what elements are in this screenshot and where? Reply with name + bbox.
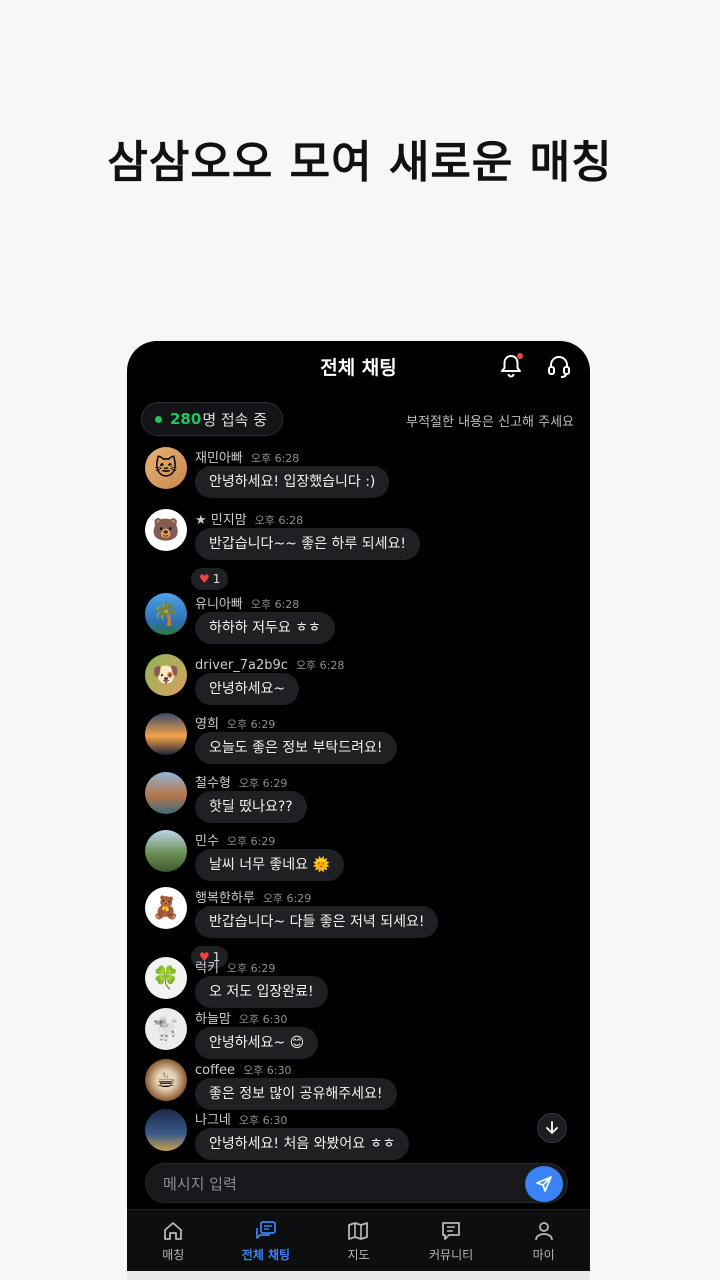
tab-label: 지도 [347, 1248, 370, 1262]
night-city-avatar[interactable] [145, 1109, 187, 1151]
sender-name[interactable]: driver_7a2b9c [195, 658, 288, 673]
home-icon [164, 1222, 183, 1240]
send-button[interactable] [525, 1166, 563, 1202]
tab-label: 마이 [532, 1248, 555, 1262]
message-bubble[interactable]: 안녕하세요~ [195, 673, 300, 705]
tab-label: 커뮤니티 [428, 1248, 474, 1262]
report-notice[interactable]: 부적절한 내용은 신고해 주세요 [406, 411, 574, 430]
tab-label: 매칭 [162, 1248, 185, 1262]
sender-name[interactable]: 영희 [195, 717, 219, 732]
bell-icon[interactable] [499, 353, 523, 379]
message-input-placeholder: 메시지 입력 [163, 1175, 237, 1193]
message-bubble[interactable]: 안녕하세요! 입장했습니다 :) [195, 466, 390, 498]
tab-map[interactable]: 지도 [312, 1210, 405, 1271]
message-bubble[interactable]: 핫딜 떴나요?? [195, 791, 307, 823]
message-bubble[interactable]: 오늘도 좋은 정보 부탁드려요! [195, 732, 397, 764]
sender-name[interactable]: 유니아빠 [195, 597, 243, 612]
heart-icon: ♥ [199, 572, 210, 586]
message-time: 오후 6:29 [238, 777, 288, 790]
reaction-badge[interactable]: ♥ 1 [191, 568, 229, 590]
blue-bear-avatar[interactable]: 🧸 [145, 887, 187, 929]
cat-avatar[interactable]: 🐱 [145, 447, 187, 489]
online-count-badge: 280 명 접속 중 [141, 402, 284, 436]
tab-community[interactable]: 커뮤니티 [405, 1210, 498, 1271]
sender-name[interactable]: 나그네 [195, 1113, 231, 1128]
pink-bear-avatar[interactable]: 🐻 [145, 509, 187, 551]
tab-my[interactable]: 마이 [497, 1210, 590, 1271]
message-time: 오후 6:29 [226, 835, 276, 848]
message-time: 오후 6:28 [250, 452, 300, 465]
home-indicator-area [127, 1271, 590, 1280]
online-suffix: 명 접속 중 [202, 410, 268, 429]
canal-avatar[interactable] [145, 772, 187, 814]
message-time: 오후 6:28 [254, 514, 304, 527]
map-icon [348, 1222, 369, 1240]
message-bubble[interactable]: 반갑습니다~~ 좋은 하루 되세요! [195, 528, 420, 560]
page-headline: 삼삼오오 모여 새로운 매칭 [107, 137, 613, 188]
mountain-avatar[interactable] [145, 830, 187, 872]
message-bubble[interactable]: 날씨 너무 좋네요 🌞 [195, 849, 344, 881]
message-time: 오후 6:29 [226, 718, 276, 731]
palm-tree-avatar[interactable]: 🌴 [145, 593, 187, 635]
clover-avatar[interactable]: 🍀 [145, 957, 187, 999]
community-icon [442, 1222, 460, 1240]
phone-screen: 전체 채팅 280 명 접속 중 부적절한 내용은 신고해 주세요 🐱 재민아빠… [127, 341, 590, 1280]
white-dog-avatar[interactable]: 🐩 [145, 1008, 187, 1050]
sunset-avatar[interactable] [145, 713, 187, 755]
message-time: 오후 6:29 [262, 892, 312, 905]
notification-dot [517, 353, 523, 359]
chat-icon [255, 1221, 276, 1239]
headset-icon[interactable] [546, 353, 572, 379]
puppy-avatar[interactable]: 🐶 [145, 654, 187, 696]
tab-label: 전체 채팅 [241, 1248, 291, 1262]
send-icon [536, 1176, 552, 1192]
sender-name[interactable]: 철수형 [195, 776, 231, 791]
message-bubble[interactable]: 반갑습니다~ 다들 좋은 저녁 되세요! [195, 906, 439, 938]
top-bar: 전체 채팅 [127, 341, 590, 393]
message-input[interactable]: 메시지 입력 [145, 1163, 568, 1203]
online-count: 280 [170, 410, 202, 428]
reaction-count: 1 [212, 572, 221, 586]
message-time: 오후 6:28 [295, 659, 345, 672]
sender-name[interactable]: 재민아빠 [195, 451, 243, 466]
online-status-dot [155, 415, 162, 423]
tab-matching[interactable]: 매칭 [127, 1210, 220, 1271]
person-icon [534, 1222, 553, 1241]
sender-name[interactable]: 럭키 [195, 961, 219, 976]
scroll-down-button[interactable] [537, 1113, 567, 1143]
message-bubble[interactable]: 오 저도 입장완료! [195, 976, 328, 1008]
sender-name[interactable]: 행복한하루 [195, 891, 255, 906]
message-time: 오후 6:30 [238, 1114, 288, 1127]
message-bubble[interactable]: 안녕하세요! 처음 와봤어요 ㅎㅎ [195, 1128, 410, 1160]
message-time: 오후 6:29 [226, 962, 276, 975]
tab-all-chat[interactable]: 전체 채팅 [220, 1210, 313, 1271]
message-time: 오후 6:28 [250, 598, 300, 611]
bottom-tab-bar: 매칭 전체 채팅 지도 커뮤니티 마이 [127, 1209, 590, 1271]
arrow-down-icon [546, 1121, 558, 1134]
latte-avatar[interactable]: ☕ [145, 1059, 187, 1101]
sender-name[interactable]: coffee [195, 1063, 235, 1078]
sender-name[interactable]: 민수 [195, 834, 219, 849]
message-bubble[interactable]: 좋은 정보 많이 공유해주세요! [195, 1078, 397, 1110]
sender-name[interactable]: 하늘맘 [195, 1012, 231, 1027]
message-time: 오후 6:30 [243, 1064, 292, 1077]
sender-name[interactable]: ★ 민지맘 [195, 513, 247, 528]
message-time: 오후 6:30 [238, 1013, 288, 1026]
message-bubble[interactable]: 하하하 저두요 ㅎㅎ [195, 612, 335, 644]
message-bubble[interactable]: 안녕하세요~ 😊 [195, 1027, 319, 1059]
